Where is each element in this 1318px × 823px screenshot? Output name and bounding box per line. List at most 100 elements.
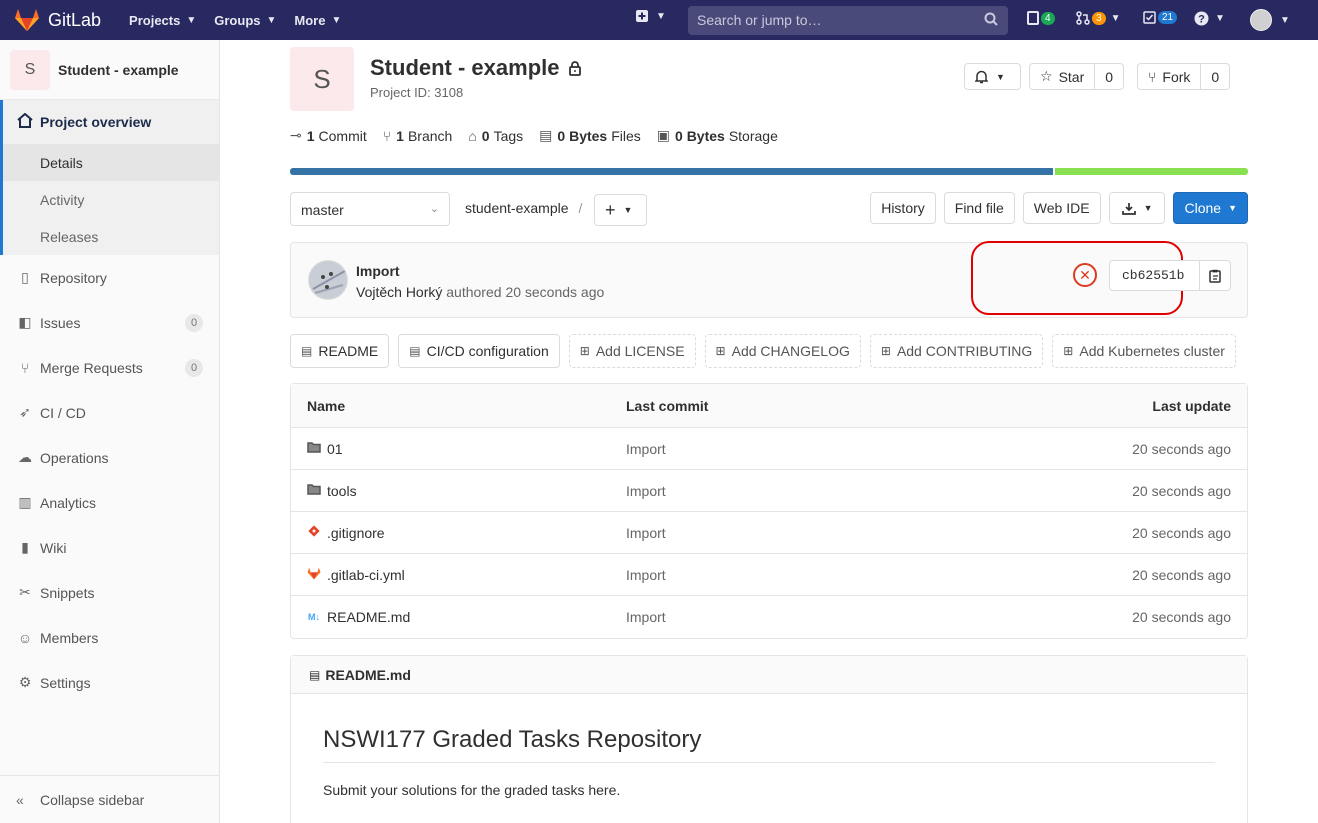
add-license-button[interactable]: ⊞ Add LICENSE (568, 334, 696, 368)
fork-count[interactable]: 0 (1201, 63, 1231, 90)
scissors-icon: ✂ (19, 584, 31, 600)
commit-time: 20 seconds ago (505, 284, 605, 300)
star-button[interactable]: ☆ Star (1029, 63, 1096, 90)
download-dropdown[interactable]: ▼ (1108, 192, 1166, 224)
table-row[interactable]: tools Import 20 seconds ago (291, 470, 1247, 512)
file-name[interactable]: README.md (327, 609, 410, 625)
sidebar-project-header[interactable]: S Student - example (0, 40, 219, 100)
add-changelog-button[interactable]: ⊞ Add CHANGELOG (704, 334, 861, 368)
gitlab-logo[interactable]: GitLab (14, 8, 129, 32)
readme-button[interactable]: ▤ README (290, 334, 390, 368)
pipeline-failed-icon[interactable]: ✕ (1073, 263, 1097, 287)
fork-button[interactable]: ⑂ Fork (1137, 63, 1202, 90)
add-contributing-button[interactable]: ⊞ Add CONTRIBUTING (869, 334, 1044, 368)
help-menu[interactable]: ? ▼ (1194, 11, 1225, 26)
repository-icon: ▯ (21, 269, 29, 285)
copy-sha-button[interactable] (1200, 261, 1230, 290)
breadcrumb-path[interactable]: student-example (465, 200, 569, 216)
add-file-dropdown[interactable]: + ▼ (594, 194, 647, 226)
sidebar-item-operations[interactable]: ☁ Operations (0, 435, 219, 480)
project-avatar-large: S (290, 47, 354, 111)
issues-shortcut[interactable]: 4 (1027, 11, 1055, 25)
file-last-commit[interactable]: Import (626, 525, 666, 541)
star-label: Star (1058, 68, 1085, 85)
user-avatar (1250, 9, 1272, 31)
chevron-down-icon: ▼ (1143, 203, 1153, 213)
language-segment-primary[interactable] (290, 168, 1053, 175)
language-segment-secondary[interactable] (1055, 168, 1248, 175)
file-name[interactable]: .gitignore (327, 525, 385, 541)
notification-dropdown[interactable]: ▼ (964, 63, 1021, 90)
chevron-down-icon: ▼ (266, 14, 277, 26)
repository-actions: History Find file Web IDE ▼ Clone ▼ (862, 192, 1248, 224)
collapse-sidebar-button[interactable]: « Collapse sidebar (0, 775, 219, 823)
sidebar-item-label: Members (40, 629, 99, 646)
todos-shortcut[interactable]: 21 (1143, 11, 1178, 24)
commit-verb: authored (446, 284, 502, 300)
file-last-update: 20 seconds ago (1132, 609, 1231, 625)
projects-menu[interactable]: Projects ▼ (129, 13, 196, 28)
user-menu[interactable]: ▼ (1250, 9, 1290, 31)
sidebar-item-repository[interactable]: ▯ Repository (0, 255, 219, 300)
project-header: S Student - example Project ID: 3108 (290, 47, 582, 111)
file-name[interactable]: tools (327, 483, 357, 499)
table-header: Name Last commit Last update (291, 384, 1247, 428)
file-name[interactable]: 01 (327, 441, 343, 457)
web-ide-button[interactable]: Web IDE (1022, 192, 1101, 224)
more-menu[interactable]: More ▼ (294, 13, 341, 28)
new-item-dropdown[interactable]: ▼ (636, 10, 666, 22)
storage-stat[interactable]: ▣ 0 Bytes Storage (657, 127, 778, 144)
file-last-commit[interactable]: Import (626, 441, 666, 457)
column-header-last-commit: Last commit (626, 397, 709, 414)
sidebar-subitem-releases[interactable]: Releases (3, 218, 219, 255)
search-input[interactable]: Search or jump to… (688, 6, 1008, 35)
commits-stat[interactable]: ⊸ 1 Commit (290, 127, 367, 144)
project-stats: ⊸ 1 Commit ⑂ 1 Branch ⌂ 0 Tags ▤ 0 Bytes Files ▣… (290, 127, 794, 144)
history-button[interactable]: History (870, 192, 936, 224)
sidebar-item-members[interactable]: ☺ Members (0, 615, 219, 660)
commit-title[interactable]: Import (356, 263, 400, 279)
sidebar-item-ci-cd[interactable]: ➶ CI / CD (0, 390, 219, 435)
commit-author[interactable]: Vojtěch Horký (356, 284, 442, 300)
sidebar-subitem-details[interactable]: Details (3, 144, 219, 181)
sidebar-item-merge-requests[interactable]: ⑂ Merge Requests 0 (0, 345, 219, 390)
table-row[interactable]: 01 Import 20 seconds ago (291, 428, 1247, 470)
clone-dropdown[interactable]: Clone ▼ (1173, 192, 1248, 224)
sidebar-item-snippets[interactable]: ✂ Snippets (0, 570, 219, 615)
file-last-update: 20 seconds ago (1132, 566, 1231, 583)
star-count[interactable]: 0 (1095, 63, 1125, 90)
branch-name: master (301, 202, 344, 218)
ci-cd-configuration-button[interactable]: ▤ CI/CD configuration (398, 334, 560, 368)
file-last-commit[interactable]: Import (626, 483, 666, 499)
table-row[interactable]: M↓ README.md Import 20 seconds ago (291, 596, 1247, 638)
quick-button-label: Add Kubernetes cluster (1079, 343, 1225, 359)
file-last-commit[interactable]: Import (626, 567, 666, 583)
find-file-button[interactable]: Find file (943, 192, 1015, 224)
rocket-icon: ➶ (19, 404, 31, 420)
commit-sha[interactable]: cb62551b (1110, 261, 1200, 290)
merge-requests-shortcut[interactable]: 3 ▼ (1076, 11, 1120, 25)
branches-stat[interactable]: ⑂ 1 Branch (383, 127, 453, 144)
sidebar-subitem-activity[interactable]: Activity (3, 181, 219, 218)
groups-menu[interactable]: Groups ▼ (214, 13, 276, 28)
plus-square-icon: ⊞ (715, 344, 726, 358)
chevron-down-icon: ▼ (656, 10, 666, 22)
sidebar-item-settings[interactable]: ⚙ Settings (0, 660, 219, 705)
table-row[interactable]: .gitlab-ci.yml Import 20 seconds ago (291, 554, 1247, 596)
add-kubernetes-cluster-button[interactable]: ⊞ Add Kubernetes cluster (1052, 334, 1236, 368)
sidebar-item-analytics[interactable]: ▥ Analytics (0, 480, 219, 525)
sidebar-item-project-overview[interactable]: Project overview (3, 100, 219, 144)
commit-author-avatar[interactable] (308, 260, 348, 300)
file-last-commit[interactable]: Import (626, 609, 666, 625)
files-stat[interactable]: ▤ 0 Bytes Files (539, 127, 641, 144)
table-row[interactable]: .gitignore Import 20 seconds ago (291, 512, 1247, 554)
file-icon: ▤ (409, 344, 421, 358)
tags-stat[interactable]: ⌂ 0 Tags (468, 127, 523, 144)
sidebar-item-wiki[interactable]: ▮ Wiki (0, 525, 219, 570)
readme-filename[interactable]: README.md (325, 667, 411, 683)
quick-button-label: README (318, 343, 379, 359)
file-name[interactable]: .gitlab-ci.yml (327, 567, 405, 583)
sidebar-item-issues[interactable]: ◧ Issues 0 (0, 300, 219, 345)
storage-label: Storage (728, 127, 778, 144)
branch-select[interactable]: master ⌄ (290, 192, 450, 226)
